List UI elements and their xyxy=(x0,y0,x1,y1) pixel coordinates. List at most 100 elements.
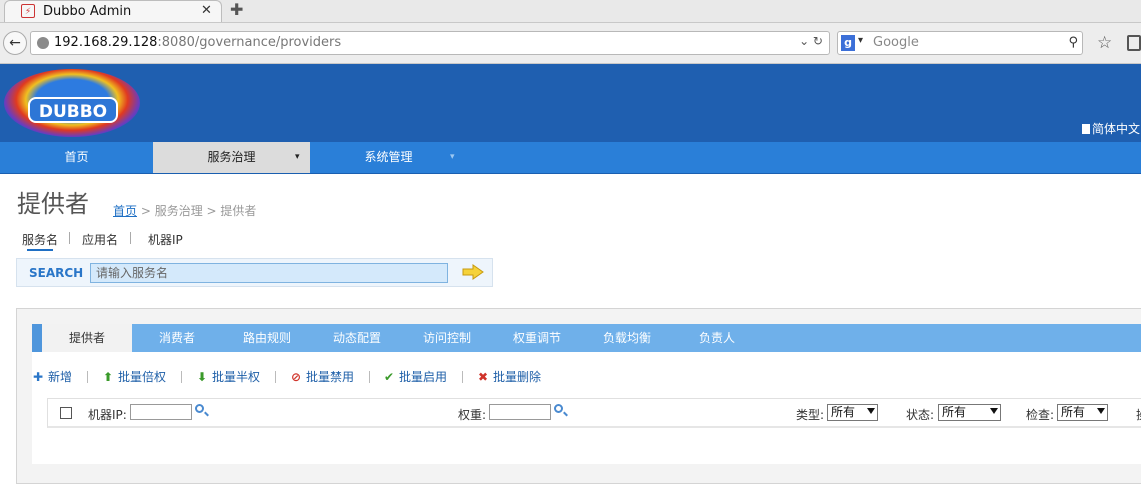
menu-item-label: 首页 xyxy=(64,150,89,164)
menu-item-system-management[interactable]: 系统管理 ▾ xyxy=(310,142,467,173)
menu-item-label: 服务治理 xyxy=(207,150,256,164)
main-menu: 首页 服务治理 ▾ 系统管理 ▾ xyxy=(0,142,1141,174)
search-icon[interactable] xyxy=(195,404,204,413)
weight-filter-label: 权重: xyxy=(458,408,487,422)
status-filter-select[interactable]: 所有 xyxy=(938,404,1001,421)
arrow-down-icon: ⬇ xyxy=(196,370,208,384)
menu-item-label: 系统管理 xyxy=(364,150,413,164)
divider xyxy=(130,232,131,244)
breadcrumb: 首页 > 服务治理 > 提供者 xyxy=(113,202,256,219)
logo-text: DUBBO xyxy=(28,97,118,123)
add-button[interactable]: ✚ 新增 xyxy=(32,368,72,385)
half-weight-label: 批量半权 xyxy=(212,370,261,384)
breadcrumb-home-link[interactable]: 首页 xyxy=(113,204,137,218)
panel-tabs: 提供者 消费者 路由规则 动态配置 访问控制 权重调节 负载均衡 负责人 xyxy=(32,324,1141,352)
filter-row: 机器IP: 权重: 类型: 所有 状态: 所有 检查: 所有 操 xyxy=(47,398,1141,428)
chevron-down-icon xyxy=(990,408,998,414)
arrow-up-icon: ⬆ xyxy=(102,370,114,384)
browser-search-placeholder: Google xyxy=(873,35,919,50)
back-button-icon[interactable]: ← xyxy=(3,31,27,55)
half-weight-button[interactable]: ⬇ 批量半权 xyxy=(196,368,260,385)
tab-routes[interactable]: 路由规则 xyxy=(222,324,312,352)
bookmark-star-icon[interactable]: ☆ xyxy=(1097,33,1112,53)
menu-item-service-governance[interactable]: 服务治理 ▾ xyxy=(153,142,310,173)
ip-filter-label: 机器IP: xyxy=(88,408,127,422)
language-switch[interactable]: 简体中文 xyxy=(1082,120,1140,137)
browser-search-box[interactable]: g ▾ Google ⚲ xyxy=(837,31,1083,55)
tab-machine-ip[interactable]: 机器IP xyxy=(148,231,183,248)
check-filter-label: 检查: xyxy=(1026,408,1055,422)
close-tab-icon[interactable]: ✕ xyxy=(201,3,212,18)
tab-app-name[interactable]: 应用名 xyxy=(82,231,118,248)
chevron-down-icon xyxy=(867,408,875,414)
browser-tab[interactable]: ⚡ Dubbo Admin ✕ xyxy=(4,0,222,22)
delete-icon: ✖ xyxy=(477,370,489,384)
browser-nav-bar: ← 192.168.29.128:8080/governance/provide… xyxy=(0,23,1141,64)
tab-dynamic-config[interactable]: 动态配置 xyxy=(312,324,402,352)
search-input[interactable] xyxy=(90,263,448,283)
active-tab-indicator xyxy=(27,249,53,251)
divider xyxy=(462,371,463,383)
action-toolbar: ✚ 新增 ⬆ 批量倍权 ⬇ 批量半权 ⊘ 批量禁用 ✔ 批量启用 ✖ 批量删除 xyxy=(32,368,1141,388)
tab-owners[interactable]: 负责人 xyxy=(672,324,762,352)
language-label: 简体中文 xyxy=(1092,122,1141,136)
url-path: :8080/governance/providers xyxy=(157,35,342,50)
type-filter-value: 所有 xyxy=(831,405,856,419)
menu-item-home[interactable]: 首页 xyxy=(0,142,153,173)
bookmarks-icon[interactable] xyxy=(1127,35,1141,51)
divider xyxy=(181,371,182,383)
providers-panel: 提供者 消费者 路由规则 动态配置 访问控制 权重调节 负载均衡 负责人 ✚ 新增… xyxy=(16,308,1141,484)
disable-button[interactable]: ⊘ 批量禁用 xyxy=(290,368,354,385)
type-filter-select[interactable]: 所有 xyxy=(827,404,878,421)
divider xyxy=(369,371,370,383)
chevron-down-icon[interactable]: ▾ xyxy=(858,35,863,46)
chevron-down-icon xyxy=(1097,408,1105,414)
favicon-icon: ⚡ xyxy=(21,4,35,18)
tab-weight[interactable]: 权重调节 xyxy=(492,324,582,352)
add-label: 新增 xyxy=(48,370,73,384)
tab-service-name[interactable]: 服务名 xyxy=(22,231,58,248)
page-title: 提供者 xyxy=(17,190,89,218)
search-label: SEARCH xyxy=(29,266,84,280)
tab-bar-edge xyxy=(32,324,42,352)
status-filter-value: 所有 xyxy=(942,405,967,419)
dropdown-arrow-icon: ▾ xyxy=(295,152,300,162)
breadcrumb-path: > 服务治理 > 提供者 xyxy=(137,204,257,218)
new-tab-icon[interactable]: ✚ xyxy=(230,0,243,19)
delete-button[interactable]: ✖ 批量删除 xyxy=(477,368,541,385)
status-filter-label: 状态: xyxy=(906,408,935,422)
disable-label: 批量禁用 xyxy=(306,370,355,384)
check-filter-value: 所有 xyxy=(1061,405,1086,419)
search-box: SEARCH xyxy=(16,258,493,287)
url-host: 192.168.29.128 xyxy=(54,35,158,50)
divider xyxy=(87,371,88,383)
weight-filter-input[interactable] xyxy=(489,404,551,420)
divider xyxy=(275,371,276,383)
enable-button[interactable]: ✔ 批量启用 xyxy=(383,368,447,385)
tab-load-balance[interactable]: 负载均衡 xyxy=(582,324,672,352)
url-text[interactable]: 192.168.29.128:8080/governance/providers xyxy=(54,35,341,50)
double-weight-label: 批量倍权 xyxy=(118,370,167,384)
tab-access-control[interactable]: 访问控制 xyxy=(402,324,492,352)
delete-label: 批量删除 xyxy=(493,370,542,384)
arrow-right-icon[interactable] xyxy=(462,264,484,280)
tab-providers[interactable]: 提供者 xyxy=(42,324,132,352)
select-all-checkbox[interactable] xyxy=(60,407,72,419)
document-icon xyxy=(1082,124,1090,134)
type-filter-label: 类型: xyxy=(796,408,825,422)
tab-consumers[interactable]: 消费者 xyxy=(132,324,222,352)
check-icon: ✔ xyxy=(383,370,395,384)
dropdown-arrow-icon: ▾ xyxy=(450,152,455,162)
url-bar[interactable]: 192.168.29.128:8080/governance/providers… xyxy=(30,31,830,55)
search-icon[interactable] xyxy=(554,404,563,413)
panel-content: 提供者 消费者 路由规则 动态配置 访问控制 权重调节 负载均衡 负责人 ✚ 新增… xyxy=(32,324,1141,464)
divider xyxy=(69,232,70,244)
enable-label: 批量启用 xyxy=(399,370,448,384)
ip-filter-input[interactable] xyxy=(130,404,192,420)
search-engine-icon[interactable]: g xyxy=(841,35,855,51)
double-weight-button[interactable]: ⬆ 批量倍权 xyxy=(102,368,166,385)
binoculars-icon[interactable]: ⚲ xyxy=(1068,35,1078,50)
check-filter-select[interactable]: 所有 xyxy=(1057,404,1108,421)
reload-icon[interactable]: ⌄ ↻ xyxy=(799,34,823,48)
app-header: DUBBO xyxy=(0,64,1141,142)
